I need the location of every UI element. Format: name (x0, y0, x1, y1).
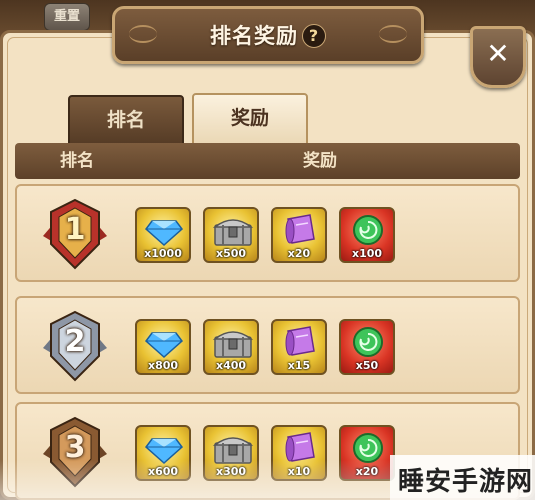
reward-quantity: x15 (287, 359, 311, 372)
close-button[interactable]: ✕ (470, 26, 526, 88)
rank-number: 1 (64, 212, 86, 247)
reward-slot[interactable]: x20 (271, 207, 327, 263)
help-icon[interactable]: ? (302, 24, 326, 48)
header-reward: 奖励 (303, 151, 337, 171)
reward-row: 2 x800 x400 x15 x50 (15, 296, 520, 394)
reset-button[interactable]: 重置 (44, 3, 90, 31)
header-rank: 排名 (60, 151, 94, 171)
reward-row: 1 x1000 x500 x20 x100 (15, 184, 520, 282)
reward-quantity: x800 (147, 359, 179, 372)
tab-reward[interactable]: 奖励 (192, 93, 308, 147)
reward-quantity: x100 (351, 247, 383, 260)
reward-slot[interactable]: x400 (203, 319, 259, 375)
reward-slot[interactable]: x100 (339, 207, 395, 263)
reward-quantity: x1000 (144, 247, 182, 260)
reward-quantity: x400 (215, 359, 247, 372)
tab-rank[interactable]: 排名 (68, 95, 184, 145)
reward-quantity: x20 (287, 247, 311, 260)
close-icon: ✕ (486, 37, 510, 70)
reward-slot[interactable]: x500 (203, 207, 259, 263)
dialog-title: 排名奖励? (115, 20, 421, 50)
table-header: 排名 奖励 (15, 143, 520, 179)
silver-medal-icon: 2 (39, 308, 111, 384)
watermark: 睡安手游网 (390, 455, 535, 500)
title-plate: 排名奖励? (112, 6, 424, 64)
reward-quantity: x50 (355, 359, 379, 372)
reward-slot[interactable]: x1000 (135, 207, 191, 263)
bottom-fade (0, 460, 390, 500)
reward-slot[interactable]: x50 (339, 319, 395, 375)
reward-quantity: x500 (215, 247, 247, 260)
watermark-text: 睡安手游网 (398, 467, 534, 497)
rank-number: 2 (64, 324, 86, 359)
gold-red-medal-icon: 1 (39, 196, 111, 272)
reward-slot[interactable]: x15 (271, 319, 327, 375)
reward-slot[interactable]: x800 (135, 319, 191, 375)
dialog-title-text: 排名奖励 (210, 24, 298, 48)
